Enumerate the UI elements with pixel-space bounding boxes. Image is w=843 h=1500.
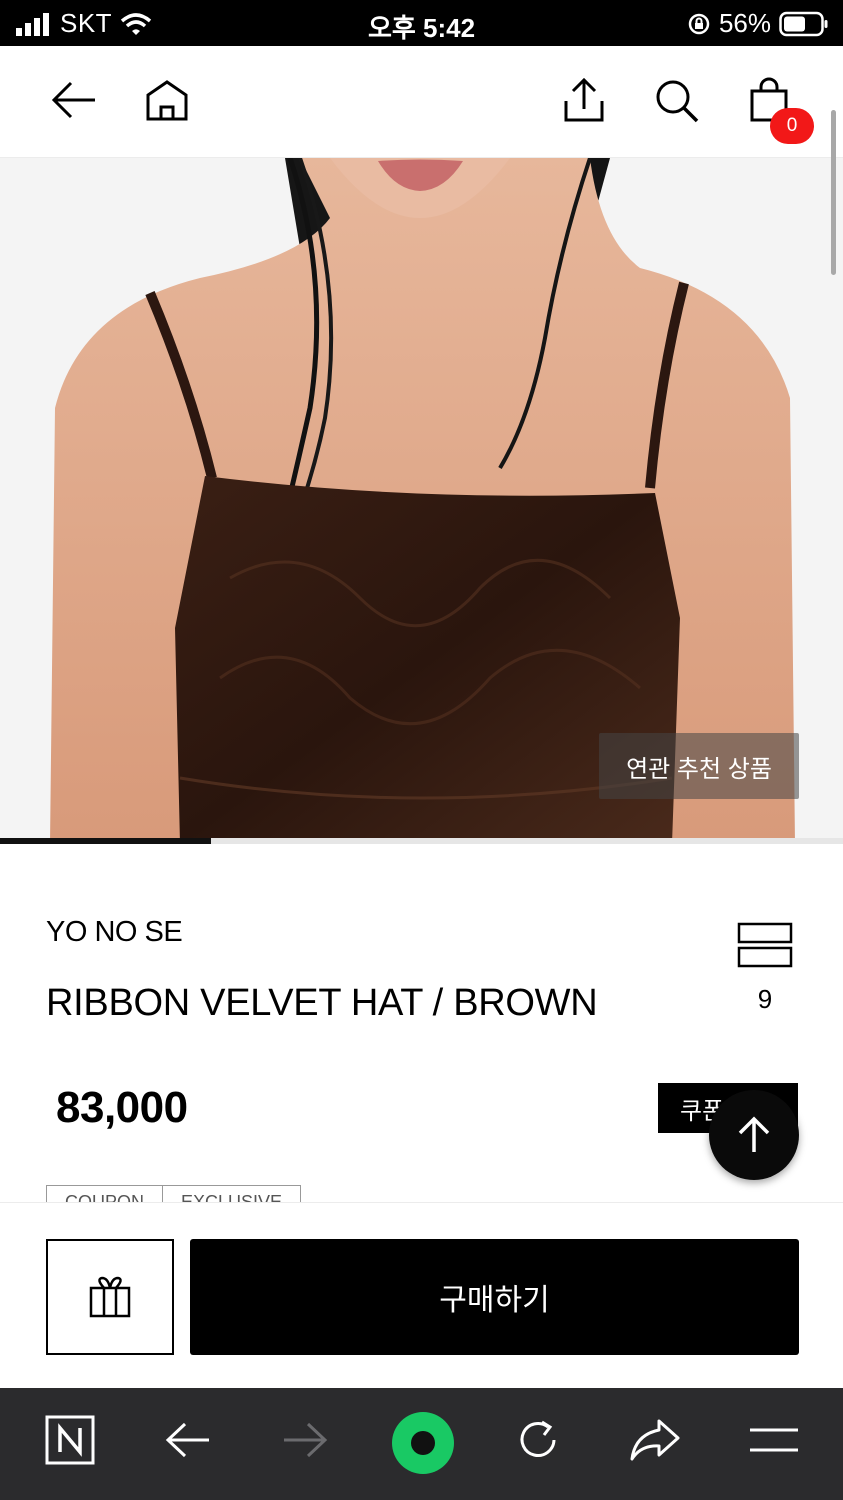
green-home-icon[interactable] [388, 1408, 458, 1478]
browser-share-icon[interactable] [625, 1410, 685, 1470]
browser-toolbar [0, 1388, 843, 1500]
home-icon[interactable] [143, 76, 191, 124]
gallery-progress-track [0, 838, 843, 844]
back-arrow-icon[interactable] [50, 76, 98, 124]
product-price: 83,000 [56, 1083, 188, 1132]
cart-count-badge: 0 [770, 108, 814, 144]
tag-coupon: COUPON [46, 1185, 164, 1203]
share-icon[interactable] [560, 76, 608, 124]
status-bar: SKT 오후 5:42 56% [0, 0, 843, 46]
rotation-lock-icon [688, 13, 710, 34]
tag-exclusive: EXCLUSIVE [163, 1185, 302, 1203]
top-navigation: 0 [0, 46, 843, 158]
related-products-button[interactable]: 연관 추천 상품 [599, 733, 799, 799]
browser-menu-icon[interactable] [744, 1410, 804, 1470]
gift-button[interactable] [46, 1239, 174, 1355]
arrow-up-icon [738, 1116, 770, 1152]
browser-reload-icon[interactable] [508, 1410, 568, 1470]
scroll-to-top-button[interactable] [709, 1090, 799, 1180]
gift-icon [89, 1276, 131, 1318]
like-count: 9 [757, 984, 773, 1014]
product-title: RIBBON VELVET HAT / BROWN [46, 982, 598, 1024]
buy-now-button[interactable]: 구매하기 [190, 1239, 799, 1355]
naver-n-icon[interactable] [40, 1410, 100, 1470]
browser-forward-icon[interactable] [275, 1410, 335, 1470]
product-tags: COUPON EXCLUSIVE [46, 1185, 302, 1203]
brand-name[interactable]: YO NO SE [46, 916, 183, 949]
page-scrollbar[interactable] [831, 110, 836, 275]
gallery-progress-fill [0, 838, 211, 844]
wishlist-icon [737, 922, 793, 968]
like-button[interactable]: 9 [732, 920, 798, 1020]
battery-percent: 56% [718, 8, 771, 38]
purchase-bar: 구매하기 [0, 1202, 843, 1388]
status-right: 56% [687, 8, 829, 39]
search-icon[interactable] [652, 76, 700, 124]
browser-back-icon[interactable] [158, 1410, 218, 1470]
battery-icon [779, 11, 828, 36]
